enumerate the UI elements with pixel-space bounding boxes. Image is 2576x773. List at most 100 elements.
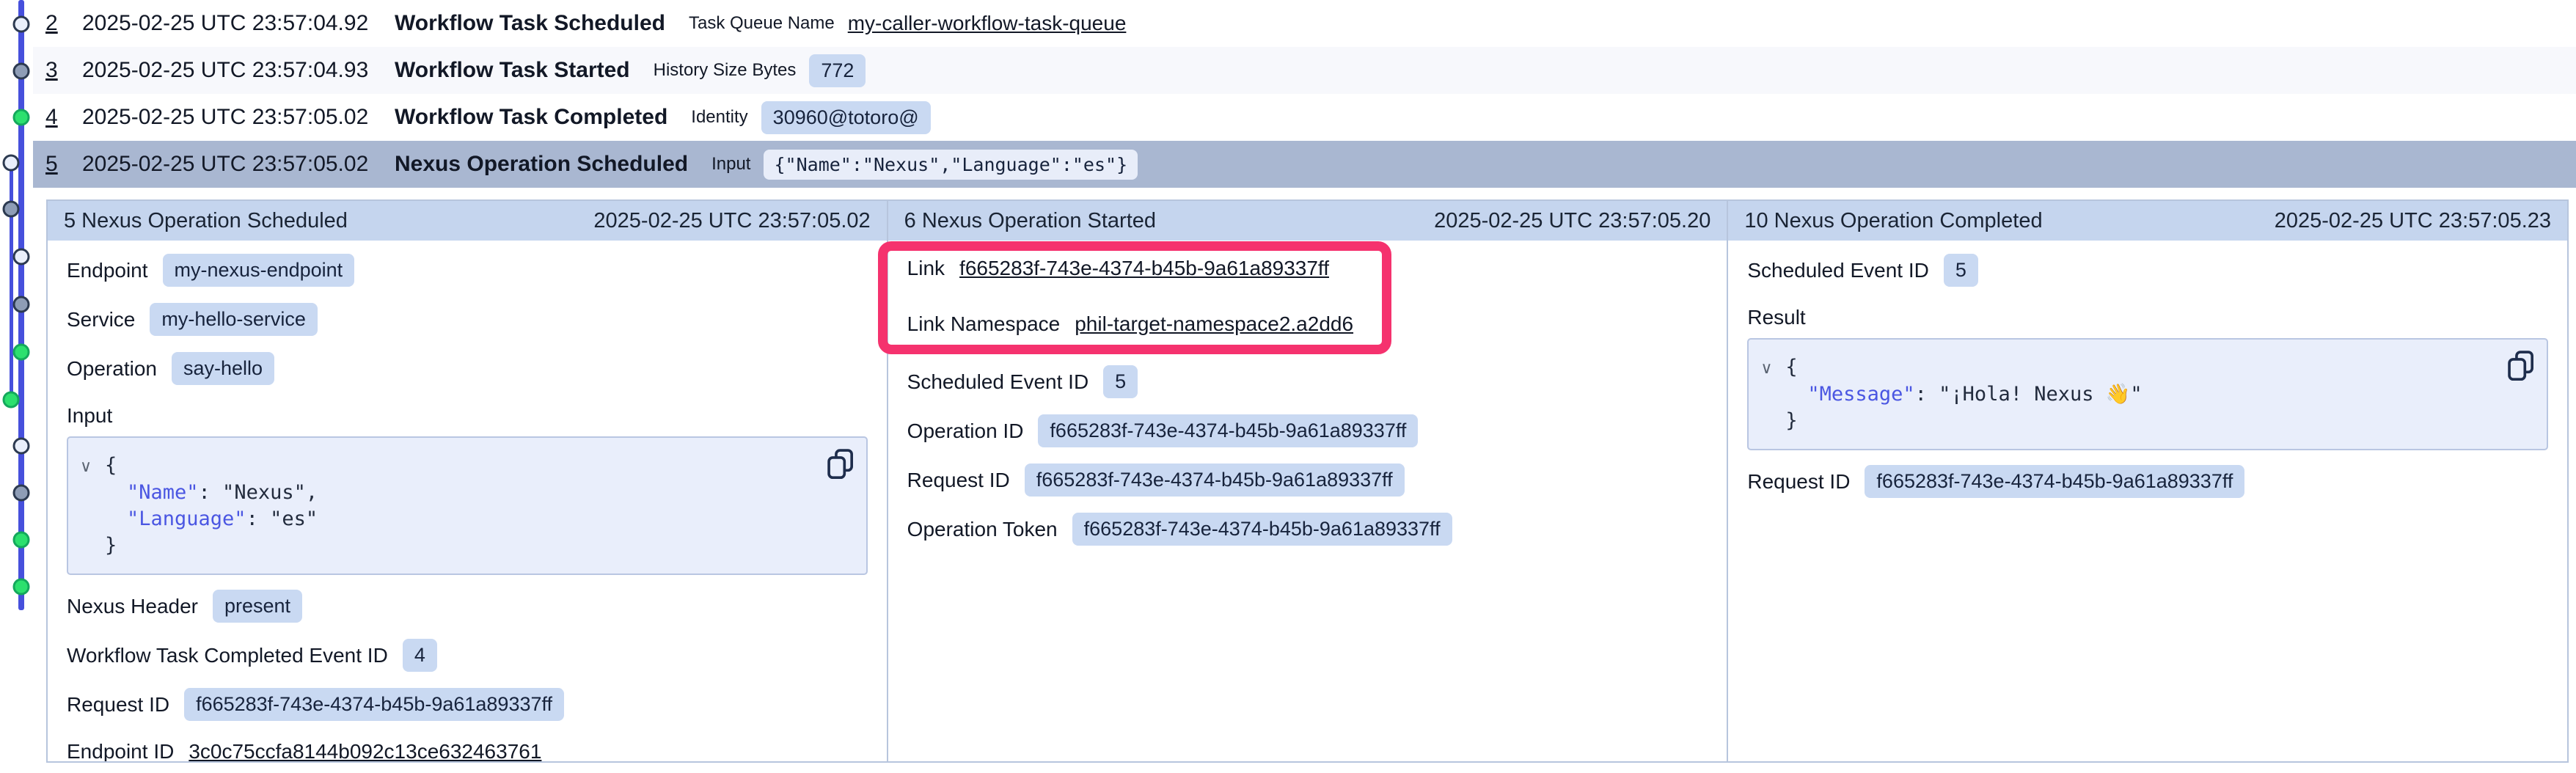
field-link: Link f665283f-743e-4374-b45b-9a61a89337f… xyxy=(907,254,1708,283)
panel-body: Endpoint my-nexus-endpoint Service my-he… xyxy=(48,241,887,761)
event-dot-none xyxy=(13,249,30,265)
field-request-id: Request ID f665283f-743e-4374-b45b-9a61a… xyxy=(67,688,868,721)
field-scheduled-event-id: Scheduled Event ID 5 xyxy=(1747,254,2548,287)
scheduled-event-id-badge: 5 xyxy=(1944,254,1978,287)
event-attr-label: Input xyxy=(711,154,750,175)
collapse-chevron-icon[interactable]: ∨ xyxy=(80,453,105,480)
field-label: Operation Token xyxy=(907,518,1058,541)
event-attr-value-badge: 772 xyxy=(809,54,866,87)
field-label: Link xyxy=(907,257,945,280)
field-link-namespace: Link Namespace phil-target-namespace2.a2… xyxy=(907,309,1708,339)
link-namespace-link[interactable]: phil-target-namespace2.a2dd6 xyxy=(1075,312,1353,336)
field-label: Result xyxy=(1747,306,1805,329)
input-json-viewer: ∨{ "Name": "Nexus", "Language": "es" } xyxy=(67,436,868,575)
field-wtc-event-id: Workflow Task Completed Event ID 4 xyxy=(67,639,868,672)
event-attr-label: Task Queue Name xyxy=(689,13,835,34)
event-id-link[interactable]: 2 xyxy=(45,11,82,36)
event-dot-none xyxy=(3,155,20,172)
nexus-header-badge: present xyxy=(213,590,302,623)
event-row-workflow-task-started[interactable]: 3 2025-02-25 UTC 23:57:04.93 Workflow Ta… xyxy=(33,47,2576,94)
field-label: Nexus Header xyxy=(67,595,198,618)
field-label: Operation xyxy=(67,357,157,381)
event-attr-value-badge: 30960@totoro@ xyxy=(761,101,931,134)
field-label: Endpoint xyxy=(67,259,148,282)
operation-token-badge: f665283f-743e-4374-b45b-9a61a89337ff xyxy=(1072,513,1452,546)
copy-icon[interactable] xyxy=(2507,350,2535,384)
field-label: Input xyxy=(67,404,112,428)
event-name: Workflow Task Started xyxy=(395,58,630,83)
field-operation-id: Operation ID f665283f-743e-4374-b45b-9a6… xyxy=(907,414,1708,447)
operation-badge: say-hello xyxy=(172,352,274,385)
event-timestamp: 2025-02-25 UTC 23:57:05.02 xyxy=(82,152,395,177)
field-label: Workflow Task Completed Event ID xyxy=(67,644,388,667)
event-row-workflow-task-scheduled[interactable]: 2 2025-02-25 UTC 23:57:04.92 Workflow Ta… xyxy=(33,0,2576,47)
panel-body: Scheduled Event ID 5 Result ∨{ "Message"… xyxy=(1728,241,2567,527)
request-id-badge: f665283f-743e-4374-b45b-9a61a89337ff xyxy=(1025,464,1405,497)
scheduled-event-id-badge: 5 xyxy=(1103,365,1138,398)
operation-id-badge: f665283f-743e-4374-b45b-9a61a89337ff xyxy=(1038,414,1418,447)
request-id-badge: f665283f-743e-4374-b45b-9a61a89337ff xyxy=(1865,465,2244,498)
event-name: Workflow Task Scheduled xyxy=(395,11,665,36)
field-label: Scheduled Event ID xyxy=(907,370,1089,394)
field-request-id: Request ID f665283f-743e-4374-b45b-9a61a… xyxy=(1747,465,2548,498)
field-nexus-header: Nexus Header present xyxy=(67,590,868,623)
field-service: Service my-hello-service xyxy=(67,303,868,336)
field-label: Scheduled Event ID xyxy=(1747,259,1929,282)
link-value-link[interactable]: f665283f-743e-4374-b45b-9a61a89337ff xyxy=(959,257,1329,280)
event-attr-label: History Size Bytes xyxy=(654,60,797,81)
timeline-branch-line xyxy=(10,163,13,400)
event-name: Workflow Task Completed xyxy=(395,105,667,130)
event-dot-completed xyxy=(13,579,30,596)
event-id-link[interactable]: 5 xyxy=(45,152,82,177)
code-line: ∨{ xyxy=(80,453,815,480)
panel-title: 10 Nexus Operation Completed xyxy=(1744,209,2042,233)
event-dot-completed xyxy=(13,532,30,549)
code-line: } xyxy=(80,532,815,559)
field-request-id: Request ID f665283f-743e-4374-b45b-9a61a… xyxy=(907,464,1708,497)
panel-timestamp: 2025-02-25 UTC 23:57:05.02 xyxy=(593,209,870,233)
event-dot-completed xyxy=(13,344,30,361)
field-label: Link Namespace xyxy=(907,312,1061,336)
field-endpoint-id: Endpoint ID 3c0c75ccfa8144b092c13ce63246… xyxy=(67,737,868,761)
panel-header: 6 Nexus Operation Started 2025-02-25 UTC… xyxy=(888,201,1727,241)
panel-nexus-operation-completed: 10 Nexus Operation Completed 2025-02-25 … xyxy=(1728,201,2567,761)
code-line: "Message": "¡Hola! Nexus 👋" xyxy=(1760,381,2495,408)
event-attr-label: Identity xyxy=(691,107,747,128)
field-endpoint: Endpoint my-nexus-endpoint xyxy=(67,254,868,287)
event-dot-started xyxy=(13,63,30,80)
endpoint-id-link[interactable]: 3c0c75ccfa8144b092c13ce632463761 xyxy=(189,740,541,761)
event-input-badge: {"Name":"Nexus","Language":"es"} xyxy=(764,150,1138,180)
panel-header: 5 Nexus Operation Scheduled 2025-02-25 U… xyxy=(48,201,887,241)
panel-nexus-operation-scheduled: 5 Nexus Operation Scheduled 2025-02-25 U… xyxy=(48,201,888,761)
panel-header: 10 Nexus Operation Completed 2025-02-25 … xyxy=(1728,201,2567,241)
event-dot-started xyxy=(13,485,30,502)
event-id-link[interactable]: 3 xyxy=(45,58,82,83)
panel-body: Link f665283f-743e-4374-b45b-9a61a89337f… xyxy=(888,241,1727,575)
task-queue-link[interactable]: my-caller-workflow-task-queue xyxy=(848,12,1127,35)
field-label: Operation ID xyxy=(907,420,1024,443)
panel-title: 6 Nexus Operation Started xyxy=(904,209,1156,233)
event-row-nexus-operation-scheduled[interactable]: 5 2025-02-25 UTC 23:57:05.02 Nexus Opera… xyxy=(33,141,2576,188)
panel-timestamp: 2025-02-25 UTC 23:57:05.20 xyxy=(1434,209,1710,233)
event-dot-none xyxy=(13,16,30,33)
copy-icon[interactable] xyxy=(827,448,855,483)
event-rows: 2 2025-02-25 UTC 23:57:04.92 Workflow Ta… xyxy=(33,0,2576,188)
field-label: Request ID xyxy=(907,469,1010,492)
temporal-event-history-page: { "icons": { "chevron_down": "∨", "copy"… xyxy=(0,0,2576,773)
event-timestamp: 2025-02-25 UTC 23:57:04.93 xyxy=(82,58,395,83)
event-id-link[interactable]: 4 xyxy=(45,105,82,130)
code-line: "Name": "Nexus", xyxy=(80,480,815,506)
field-input-label: Input xyxy=(67,401,868,431)
field-label: Service xyxy=(67,308,135,331)
code-line: "Language": "es" xyxy=(80,506,815,532)
collapse-chevron-icon[interactable]: ∨ xyxy=(1760,355,1785,381)
endpoint-badge: my-nexus-endpoint xyxy=(163,254,355,287)
event-timestamp: 2025-02-25 UTC 23:57:04.92 xyxy=(82,11,395,36)
event-dot-none xyxy=(13,438,30,455)
event-dot-completed xyxy=(13,109,30,126)
wtc-event-id-badge: 4 xyxy=(403,639,437,672)
event-name: Nexus Operation Scheduled xyxy=(395,152,688,177)
field-operation: Operation say-hello xyxy=(67,352,868,385)
event-row-workflow-task-completed[interactable]: 4 2025-02-25 UTC 23:57:05.02 Workflow Ta… xyxy=(33,94,2576,141)
code-line: ∨{ xyxy=(1760,354,2495,381)
